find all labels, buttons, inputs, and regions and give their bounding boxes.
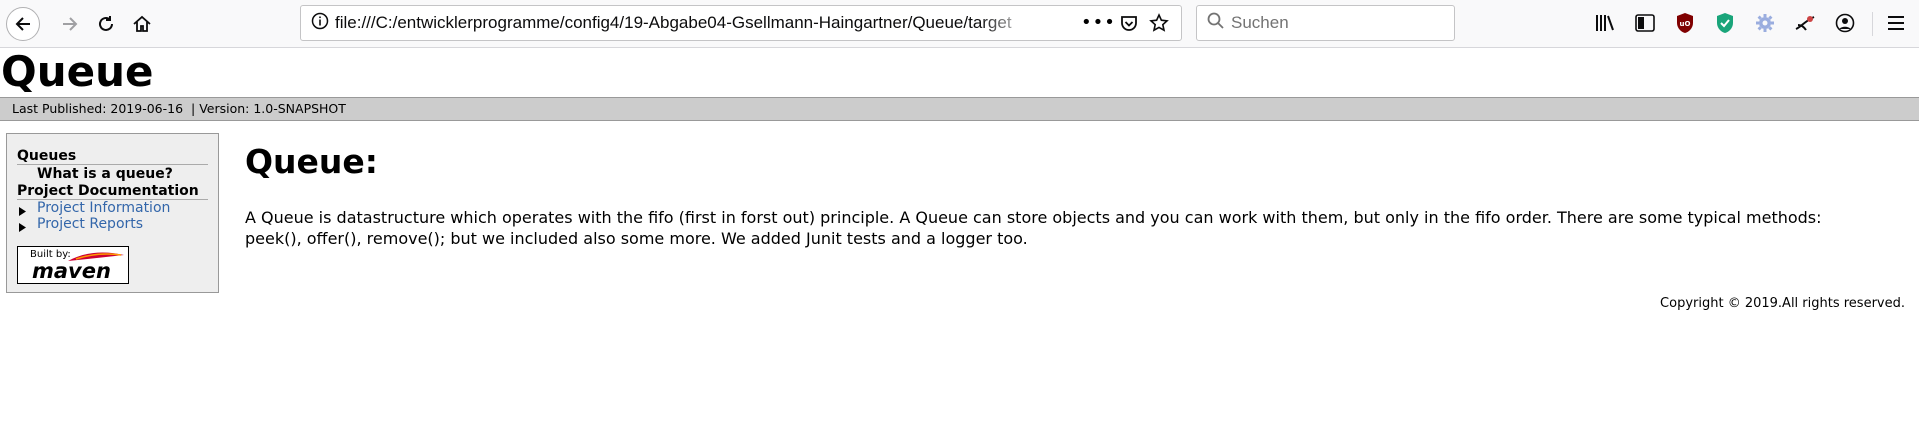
reload-icon [99,15,113,31]
page-actions-icon[interactable]: ••• [1081,12,1116,33]
menu-link-project-information[interactable]: Project Information [17,200,208,216]
gear-icon[interactable] [1750,8,1780,38]
shield-check-icon[interactable] [1710,8,1740,38]
forward-arrow-icon [63,16,78,31]
info-icon[interactable] [311,12,329,34]
banner-separator: | [190,101,196,116]
home-button[interactable] [126,8,158,40]
expand-arrow-icon [19,220,27,236]
built-by-maven-badge[interactable]: Built by: maven [17,246,129,284]
menu-link-label: Project Reports [37,216,144,232]
main-content: Queue: A Queue is datastructure which op… [245,133,1919,312]
toolbar-divider [1872,12,1873,36]
back-button[interactable] [6,6,40,41]
reload-button[interactable] [90,8,122,40]
account-icon[interactable] [1830,8,1860,38]
search-icon [1207,12,1225,34]
menu-link-project-reports[interactable]: Project Reports [17,216,208,232]
content-paragraph: A Queue is datastructure which operates … [245,208,1822,248]
maven-label: maven [32,259,111,283]
bookmark-star-icon[interactable] [1149,13,1169,37]
content-row: Queues What is a queue? Project Document… [0,133,1919,312]
browser-toolbar: file:///C:/entwicklerprogramme/config4/1… [0,0,1919,48]
forward-button[interactable] [54,8,86,40]
url-bar[interactable]: file:///C:/entwicklerprogramme/config4/1… [300,5,1182,41]
left-navigation: Queues What is a queue? Project Document… [6,133,219,293]
menu-item-what-is-queue: What is a queue? [37,166,173,182]
pocket-icon[interactable] [1119,14,1139,38]
page-title: Queue [1,47,154,96]
menu-link-label: Project Information [37,200,171,216]
version: Version: 1.0-SNAPSHOT [199,101,346,116]
menu-section-queues: Queues [17,148,208,165]
page-content: Queue Last Published: 2019-06-16 | Versi… [0,47,1919,312]
menu-icon[interactable] [1881,8,1911,38]
toolbar-right-icons: uO [1590,8,1860,38]
search-input[interactable] [1229,12,1433,34]
url-text[interactable]: file:///C:/entwicklerprogramme/config4/1… [335,13,1035,33]
back-arrow-icon [15,16,30,31]
copyright: Copyright © 2019.All rights reserved. [1660,296,1905,311]
library-icon[interactable] [1590,8,1620,38]
last-published: Last Published: 2019-06-16 [12,101,184,116]
search-bar[interactable] [1196,5,1455,41]
ublock-icon[interactable]: uO [1670,8,1700,38]
svg-text:uO: uO [1680,20,1691,28]
home-icon [133,15,151,32]
sidebar-icon[interactable] [1630,8,1660,38]
publish-banner: Last Published: 2019-06-16 | Version: 1.… [0,97,1919,121]
content-heading: Queue: [245,142,378,181]
menu-section-project-documentation: Project Documentation [17,183,208,200]
extension-icon[interactable] [1790,8,1820,38]
